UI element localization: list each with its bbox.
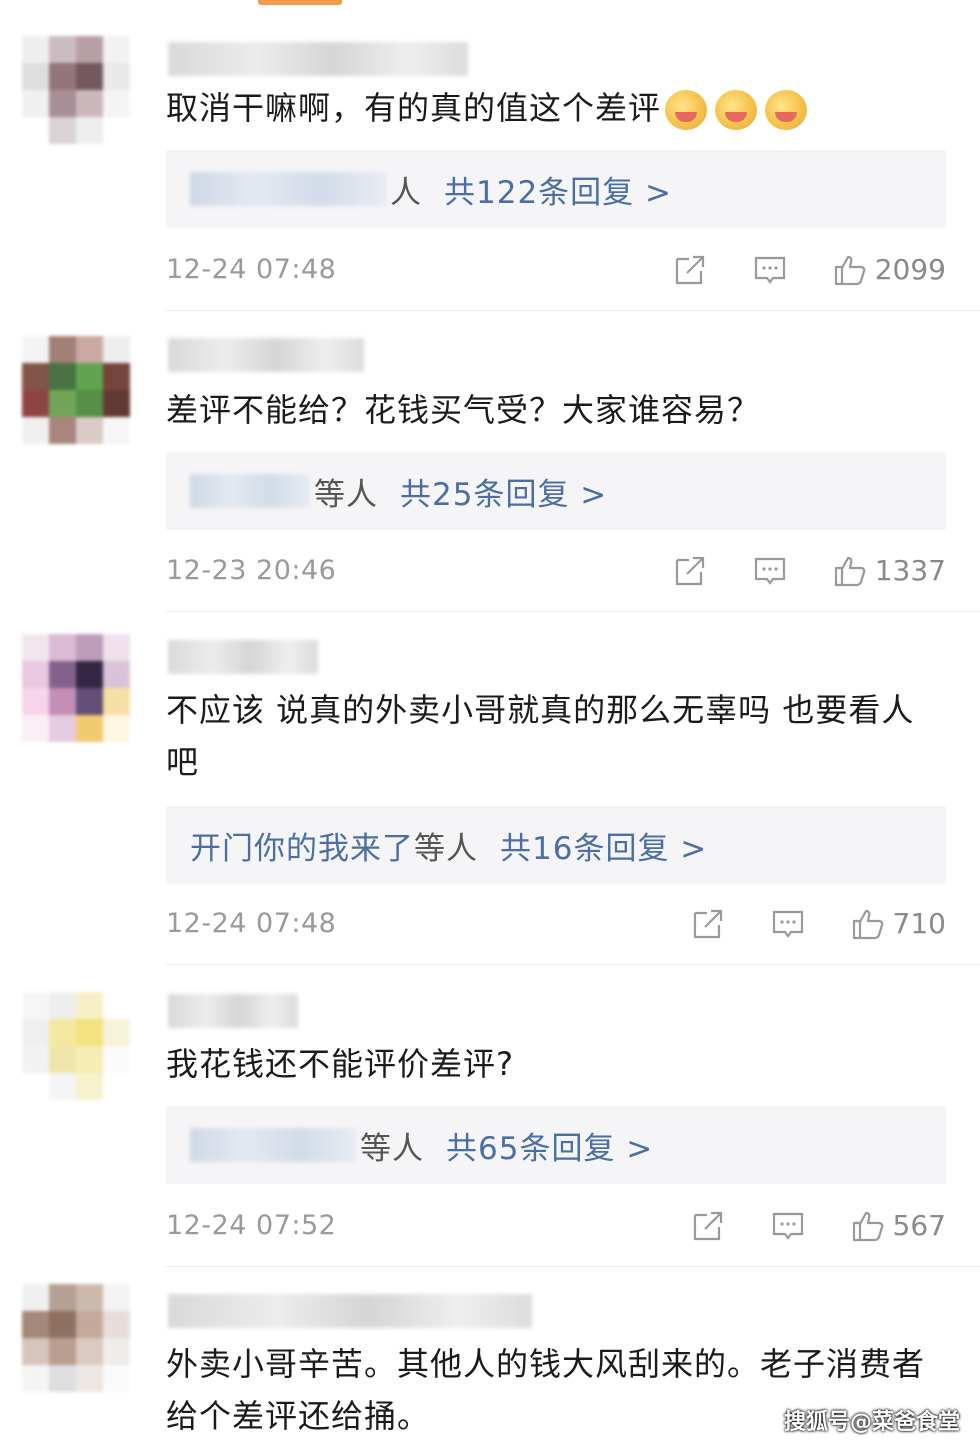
avatar[interactable] xyxy=(22,1284,130,1392)
username-blurred[interactable] xyxy=(168,338,364,372)
active-tab-indicator xyxy=(258,0,342,5)
watermark: 搜狐号@菜爸食堂 xyxy=(783,1410,960,1435)
timestamp: 12-24 07:52 xyxy=(166,1210,337,1241)
comment-meta: 12-24 07:48 2099 xyxy=(166,250,946,290)
avatar[interactable] xyxy=(22,336,130,444)
share-icon[interactable] xyxy=(673,554,707,588)
thumbs-up-icon[interactable] xyxy=(851,907,885,941)
reply-count-link[interactable]: 共122条回复 > xyxy=(444,167,672,212)
reply-users-suffix: 人 xyxy=(390,174,422,211)
thumbs-up-icon[interactable] xyxy=(851,1209,885,1243)
comment-icon[interactable] xyxy=(771,1209,805,1243)
username-blurred[interactable] xyxy=(168,42,468,76)
comment-meta: 12-24 07:52 567 xyxy=(166,1206,946,1246)
reply-users-suffix: 等人 xyxy=(314,476,378,513)
timestamp: 12-24 07:48 xyxy=(166,254,337,285)
divider xyxy=(166,1266,980,1267)
reply-users-suffix: 等人 xyxy=(414,830,478,867)
comment-text: 取消干嘛啊，有的真的值这个差评 xyxy=(166,82,946,134)
thumbs-up-icon[interactable] xyxy=(833,554,867,588)
comment-icon[interactable] xyxy=(771,907,805,941)
comment-meta: 12-24 07:48 710 xyxy=(166,904,946,944)
share-icon[interactable] xyxy=(691,1209,725,1243)
username-blurred[interactable] xyxy=(168,994,298,1028)
thumbs-up-icon[interactable] xyxy=(833,253,867,287)
like-count: 567 xyxy=(892,1209,946,1242)
drooling-face-icon xyxy=(665,90,708,130)
like-count: 710 xyxy=(892,907,946,940)
reply-users-suffix: 等人 xyxy=(360,1130,424,1167)
reply-users[interactable]: 开门你的我来了 xyxy=(190,823,414,868)
reply-summary[interactable]: 等人 共65条回复 > xyxy=(166,1106,946,1184)
avatar[interactable] xyxy=(22,36,130,144)
avatar[interactable] xyxy=(22,992,130,1100)
comment-text: 我花钱还不能评价差评? xyxy=(166,1045,514,1083)
timestamp: 12-24 07:48 xyxy=(166,908,337,939)
comment-text: 差评不能给？花钱买气受？大家谁容易？ xyxy=(166,391,761,429)
reply-summary[interactable]: 开门你的我来了 等人 共16条回复 > xyxy=(166,806,946,884)
reply-count-link[interactable]: 共25条回复 > xyxy=(400,469,607,514)
username-blurred[interactable] xyxy=(168,640,318,674)
like-count: 1337 xyxy=(874,554,946,587)
timestamp: 12-23 20:46 xyxy=(166,555,337,586)
username-blurred[interactable] xyxy=(168,1294,532,1328)
drooling-face-icon xyxy=(765,90,808,130)
comment-meta: 12-23 20:46 1337 xyxy=(166,551,946,591)
drooling-face-icon xyxy=(715,90,758,130)
divider xyxy=(166,611,980,612)
comment-icon[interactable] xyxy=(753,554,787,588)
reply-summary[interactable]: 人 共122条回复 > xyxy=(166,150,946,228)
comment-icon[interactable] xyxy=(753,253,787,287)
like-count: 2099 xyxy=(874,253,946,286)
reply-summary[interactable]: 等人 共25条回复 > xyxy=(166,452,946,530)
emoji-group xyxy=(665,90,808,130)
divider xyxy=(166,964,980,965)
comment-text: 不应该 说真的外卖小哥就真的那么无辜吗 也要看人吧 xyxy=(166,691,915,781)
reply-users-blurred xyxy=(190,1128,356,1162)
reply-users-blurred xyxy=(190,172,386,206)
reply-count-link[interactable]: 共16条回复 > xyxy=(500,823,707,868)
reply-count-link[interactable]: 共65条回复 > xyxy=(446,1123,653,1168)
avatar[interactable] xyxy=(22,634,130,742)
divider xyxy=(166,310,980,311)
share-icon[interactable] xyxy=(673,253,707,287)
share-icon[interactable] xyxy=(691,907,725,941)
reply-users-blurred xyxy=(190,474,310,508)
